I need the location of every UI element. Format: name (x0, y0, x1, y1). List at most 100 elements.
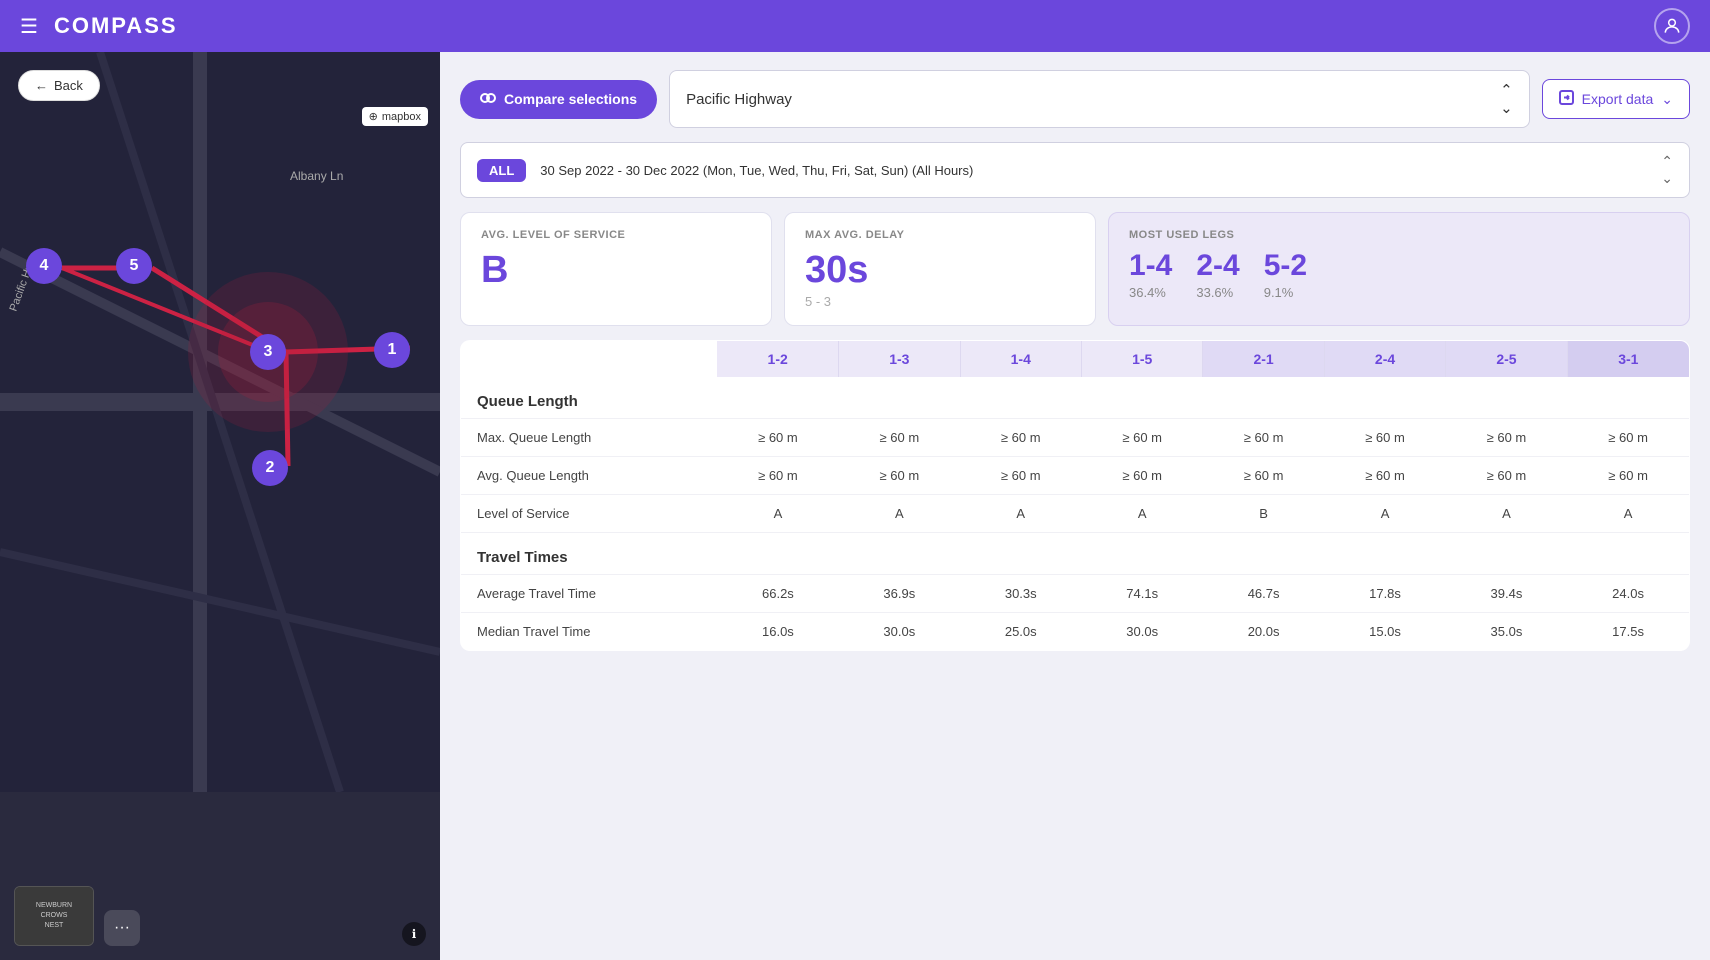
most-used-leg: 2-4 33.6% (1196, 249, 1239, 300)
table-row: Max. Queue Length≥ 60 m≥ 60 m≥ 60 m≥ 60 … (461, 419, 1690, 457)
cell-value: ≥ 60 m (839, 457, 960, 495)
col-header-empty (461, 341, 718, 378)
cell-value: ≥ 60 m (1567, 419, 1689, 457)
export-chevron-icon: ⌄ (1661, 91, 1673, 108)
most-used-card: MOST USED LEGS 1-4 36.4% 2-4 33.6% 5-2 9… (1108, 212, 1690, 326)
cell-value: 20.0s (1203, 613, 1324, 651)
user-avatar[interactable] (1654, 8, 1690, 44)
route-selector[interactable]: Pacific Highway ⌃⌄ (669, 70, 1530, 128)
cell-value: ≥ 60 m (839, 419, 960, 457)
row-label: Level of Service (461, 495, 718, 533)
leg-id: 2-4 (1196, 249, 1239, 283)
map-more-button[interactable]: ··· (104, 910, 140, 946)
cell-value: A (717, 495, 838, 533)
export-label: Export data (1582, 91, 1654, 107)
cell-value: A (1081, 495, 1202, 533)
panel-header: Compare selections Pacific Highway ⌃⌄ Ex… (440, 52, 1710, 142)
map-panel: Albany Ln Pacific Hwy ← Back ⊕ mapbox 1 … (0, 52, 440, 960)
map-node-5[interactable]: 5 (116, 248, 152, 284)
cell-value: ≥ 60 m (1324, 457, 1445, 495)
col-header-1-3: 1-3 (839, 341, 960, 378)
top-nav: ☰ COMPASS (0, 0, 1710, 52)
cell-value: ≥ 60 m (960, 457, 1081, 495)
cell-value: ≥ 60 m (960, 419, 1081, 457)
table-row: Level of ServiceAAAABAAA (461, 495, 1690, 533)
column-header-row: 1-21-31-41-52-12-42-53-1 (461, 341, 1690, 378)
leg-id: 1-4 (1129, 249, 1172, 283)
max-delay-card: MAX AVG. DELAY 30s 5 - 3 (784, 212, 1096, 326)
cell-value: 36.9s (839, 575, 960, 613)
table-body: Queue LengthMax. Queue Length≥ 60 m≥ 60 … (461, 377, 1690, 651)
map-roads-svg: Albany Ln Pacific Hwy (0, 52, 440, 792)
row-label: Max. Queue Length (461, 419, 718, 457)
cell-value: ≥ 60 m (1446, 457, 1567, 495)
back-button[interactable]: ← Back (18, 70, 100, 101)
leg-pct: 33.6% (1196, 285, 1239, 300)
cell-value: 17.5s (1567, 613, 1689, 651)
cell-value: 46.7s (1203, 575, 1324, 613)
table-row: Avg. Queue Length≥ 60 m≥ 60 m≥ 60 m≥ 60 … (461, 457, 1690, 495)
cell-value: ≥ 60 m (1203, 457, 1324, 495)
data-table: 1-21-31-41-52-12-42-53-1 Queue LengthMax… (460, 340, 1690, 651)
cell-value: A (960, 495, 1081, 533)
cell-value: 30.0s (839, 613, 960, 651)
most-used-items: 1-4 36.4% 2-4 33.6% 5-2 9.1% (1129, 249, 1669, 300)
most-used-label: MOST USED LEGS (1129, 229, 1669, 241)
cell-value: A (1324, 495, 1445, 533)
max-delay-value: 30s (805, 249, 1075, 292)
cell-value: ≥ 60 m (1081, 457, 1202, 495)
col-header-1-4: 1-4 (960, 341, 1081, 378)
date-chevron-icon: ⌃⌄ (1661, 153, 1673, 187)
map-node-4[interactable]: 4 (26, 248, 62, 284)
col-header-2-1: 2-1 (1203, 341, 1324, 378)
stats-row: AVG. LEVEL OF SERVICE B MAX AVG. DELAY 3… (460, 212, 1690, 326)
row-label: Median Travel Time (461, 613, 718, 651)
mapbox-label: mapbox (382, 111, 421, 123)
table-row: Average Travel Time66.2s36.9s30.3s74.1s4… (461, 575, 1690, 613)
cell-value: 25.0s (960, 613, 1081, 651)
leg-pct: 36.4% (1129, 285, 1172, 300)
row-label: Average Travel Time (461, 575, 718, 613)
back-icon: ← (35, 78, 48, 93)
cell-value: ≥ 60 m (717, 457, 838, 495)
route-name: Pacific Highway (686, 91, 792, 108)
section-header-row: Travel Times (461, 533, 1690, 575)
map-node-2[interactable]: 2 (252, 450, 288, 486)
leg-id: 5-2 (1264, 249, 1307, 283)
cell-value: 30.0s (1081, 613, 1202, 651)
max-delay-label: MAX AVG. DELAY (805, 229, 1075, 241)
col-header-3-1: 3-1 (1567, 341, 1689, 378)
back-label: Back (54, 78, 83, 93)
avg-los-label: AVG. LEVEL OF SERVICE (481, 229, 751, 241)
row-label: Avg. Queue Length (461, 457, 718, 495)
section-title: Travel Times (461, 533, 1690, 575)
map-node-1[interactable]: 1 (374, 332, 410, 368)
most-used-leg: 1-4 36.4% (1129, 249, 1172, 300)
compare-icon (480, 90, 496, 109)
app-logo: COMPASS (54, 13, 178, 39)
leg-pct: 9.1% (1264, 285, 1307, 300)
menu-icon[interactable]: ☰ (20, 14, 38, 39)
section-title: Queue Length (461, 377, 1690, 419)
cell-value: ≥ 60 m (1446, 419, 1567, 457)
export-button[interactable]: Export data ⌄ (1542, 79, 1690, 119)
max-delay-sub: 5 - 3 (805, 294, 1075, 309)
compare-label: Compare selections (504, 91, 637, 107)
compare-button[interactable]: Compare selections (460, 80, 657, 119)
date-filter[interactable]: ALL 30 Sep 2022 - 30 Dec 2022 (Mon, Tue,… (460, 142, 1690, 198)
cell-value: A (1567, 495, 1689, 533)
cell-value: 66.2s (717, 575, 838, 613)
all-badge: ALL (477, 159, 526, 182)
route-chevron-icon: ⌃⌄ (1500, 81, 1513, 117)
cell-value: ≥ 60 m (717, 419, 838, 457)
col-header-1-5: 1-5 (1081, 341, 1202, 378)
cell-value: ≥ 60 m (1203, 419, 1324, 457)
minimap: NEWBURNCROWSNEST (14, 886, 94, 946)
cell-value: 74.1s (1081, 575, 1202, 613)
table-row: Median Travel Time16.0s30.0s25.0s30.0s20… (461, 613, 1690, 651)
map-node-3[interactable]: 3 (250, 334, 286, 370)
col-header-2-4: 2-4 (1324, 341, 1445, 378)
cell-value: 30.3s (960, 575, 1081, 613)
mapbox-badge: ⊕ mapbox (362, 107, 428, 126)
col-header-1-2: 1-2 (717, 341, 838, 378)
